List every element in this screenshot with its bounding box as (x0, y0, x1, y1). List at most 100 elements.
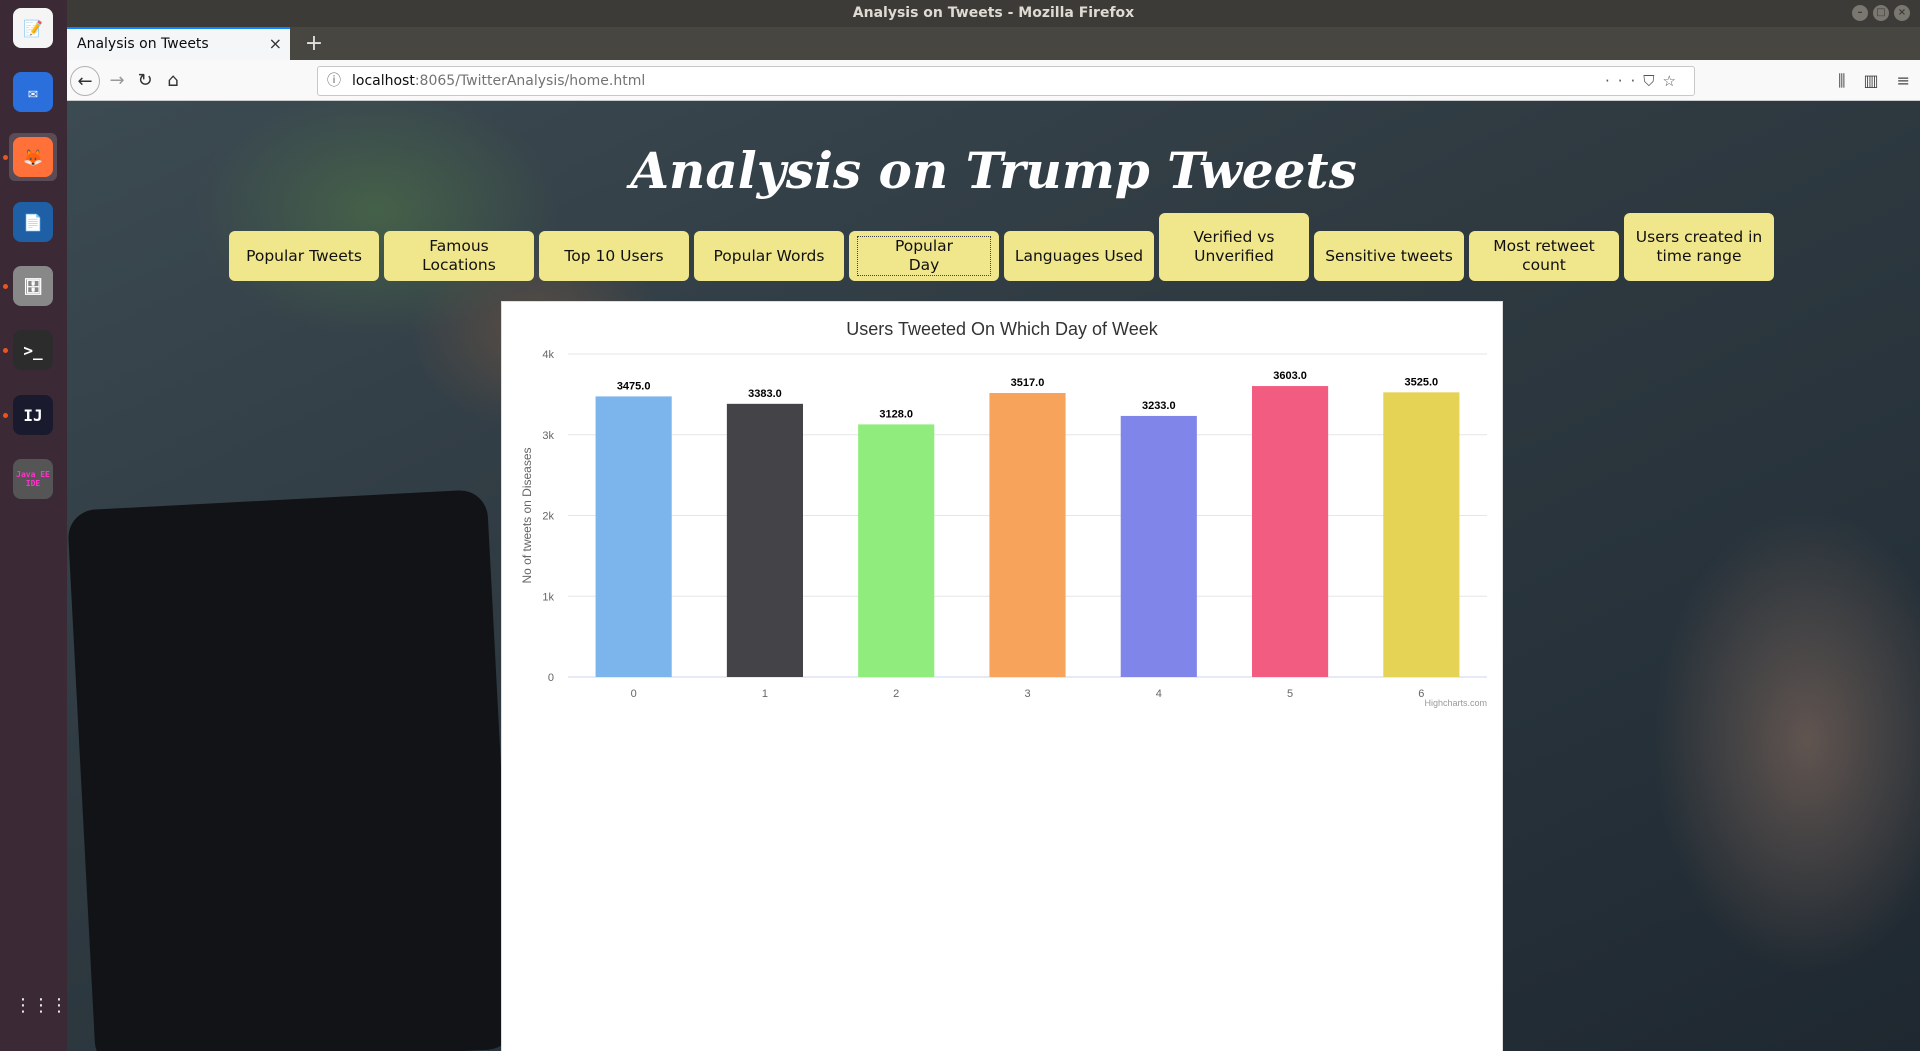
x-tick-label: 5 (1287, 688, 1293, 700)
nav-button-label: Famous Locations (422, 237, 496, 274)
data-label: 3128.0 (879, 408, 913, 420)
nav-button-label: Popular Words (713, 246, 825, 265)
running-indicator (3, 284, 8, 289)
nav-button-famous-locations[interactable]: Famous Locations (384, 231, 534, 281)
data-label: 3603.0 (1273, 370, 1307, 382)
new-tab-button[interactable]: + (299, 27, 329, 60)
bar-chart: Users Tweeted On Which Day of Week 0 1k 2k 3… (520, 319, 1487, 708)
nav-button-top-10-users[interactable]: Top 10 Users (539, 231, 689, 281)
text-editor-icon-glyph: 📝 (13, 8, 53, 48)
nav-button-label: Languages Used (1014, 246, 1144, 265)
maximize-button[interactable]: □ (1873, 5, 1889, 21)
running-indicator (3, 155, 8, 160)
back-button[interactable]: ← (70, 66, 100, 96)
java-ee-ide-icon-glyph: Java EE IDE (13, 459, 53, 499)
page-actions-icon[interactable]: ··· (1605, 72, 1643, 90)
y-tick-label: 0 (548, 672, 554, 684)
page-title: Analysis on Trump Tweets (630, 141, 1357, 200)
chart-title: Users Tweeted On Which Day of Week (846, 319, 1158, 339)
pocket-icon[interactable]: ⛉ (1643, 72, 1662, 90)
tab-analysis-on-tweets[interactable]: Analysis on Tweets × (67, 27, 290, 60)
java-ee-ide-icon[interactable]: Java EE IDE (9, 455, 57, 503)
intellij-icon-glyph: IJ (13, 395, 53, 435)
bookmark-star-icon[interactable]: ☆ (1663, 72, 1684, 90)
y-tick-label: 2k (542, 511, 554, 523)
nav-button-label: Users created in time range (1635, 228, 1763, 265)
running-indicator (3, 348, 8, 353)
page-viewport: Analysis on Trump Tweets Popular Tweets F… (67, 101, 1920, 1051)
terminal-icon[interactable]: >_ (9, 326, 57, 374)
terminal-icon-glyph: >_ (13, 330, 53, 370)
navigation-toolbar: ← → ↻ ⌂ ⓘ localhost:8065/TwitterAnalysis… (67, 60, 1920, 101)
reload-button[interactable]: ↻ (130, 66, 160, 96)
thunderbird-icon-glyph: ✉ (13, 72, 53, 112)
background-tablet-photo (67, 489, 516, 1051)
data-label: 3525.0 (1405, 376, 1439, 388)
y-tick-label: 4k (542, 349, 554, 361)
bar (595, 396, 672, 677)
y-axis-label: No of tweets on Diseases (520, 447, 534, 583)
nav-button-sensitive-tweets[interactable]: Sensitive tweets (1314, 231, 1464, 281)
libreoffice-writer-icon-glyph: 📄 (13, 202, 53, 242)
nav-button-popular-day[interactable]: Popular Day (849, 231, 999, 281)
bar (989, 393, 1066, 677)
x-tick-label: 0 (631, 688, 637, 700)
text-editor-icon[interactable]: 📝 (9, 4, 57, 52)
tab-close-icon[interactable]: × (269, 29, 282, 59)
library-icon[interactable]: ⫼ (1838, 66, 1845, 96)
close-window-button[interactable]: × (1894, 5, 1910, 21)
firefox-icon[interactable]: 🦊 (9, 133, 57, 181)
sidebar-icon[interactable]: ▥ (1863, 66, 1878, 96)
data-label: 3233.0 (1142, 400, 1176, 412)
x-tick-label: 4 (1156, 688, 1162, 700)
x-tick-label: 3 (1024, 688, 1030, 700)
y-tick-label: 1k (542, 591, 554, 603)
chart-credits: Highcharts.com (1424, 698, 1487, 708)
bar (726, 403, 804, 677)
x-tick-label: 2 (893, 688, 899, 700)
nav-button-label: Sensitive tweets (1325, 246, 1453, 265)
data-label: 3475.0 (617, 380, 651, 392)
bar (1251, 386, 1329, 677)
nav-button-label: Most retweet count (1493, 237, 1595, 274)
nav-button-label: Verified vs Unverified (1193, 228, 1275, 265)
tab-strip: Analysis on Tweets × + (67, 27, 1920, 60)
show-apps-icon[interactable]: ⋮⋮⋮ (14, 997, 68, 1036)
url-host: localhost (352, 73, 415, 89)
nav-button-popular-tweets[interactable]: Popular Tweets (229, 231, 379, 281)
nav-button-popular-words[interactable]: Popular Words (694, 231, 844, 281)
nav-button-label: Popular Day (857, 236, 991, 276)
thunderbird-icon[interactable]: ✉ (9, 68, 57, 116)
nav-button-label: Top 10 Users (564, 246, 664, 265)
url-path: :8065/TwitterAnalysis/home.html (414, 73, 646, 89)
chart-panel: Users Tweeted On Which Day of Week 0 1k 2k 3… (501, 301, 1503, 1051)
bar (1120, 415, 1197, 677)
analysis-button-bar: Popular Tweets Famous Locations Top 10 Use… (229, 213, 1779, 285)
x-tick-label: 1 (762, 688, 768, 700)
site-info-icon[interactable]: ⓘ (327, 67, 341, 95)
data-label: 3517.0 (1011, 377, 1045, 389)
nav-button-most-retweet-count[interactable]: Most retweet count (1469, 231, 1619, 281)
nav-button-label: Popular Tweets (246, 246, 362, 265)
bar (1383, 392, 1460, 677)
tab-label: Analysis on Tweets (77, 36, 209, 52)
nav-button-users-created-in-time-range[interactable]: Users created in time range (1624, 213, 1774, 281)
files-icon[interactable]: 🗄 (9, 262, 57, 310)
nav-button-languages-used[interactable]: Languages Used (1004, 231, 1154, 281)
firefox-icon-glyph: 🦊 (13, 137, 53, 177)
minimize-button[interactable]: – (1852, 5, 1868, 21)
ubuntu-dock: 📝 ✉ 🦊 📄 🗄 >_ IJ Java EE IDE ⋮⋮⋮ (0, 0, 68, 1051)
intellij-icon[interactable]: IJ (9, 391, 57, 439)
data-label: 3383.0 (748, 388, 782, 400)
home-button[interactable]: ⌂ (158, 66, 188, 96)
nav-button-verified-vs-unverified[interactable]: Verified vs Unverified (1159, 213, 1309, 281)
menu-icon[interactable]: ≡ (1897, 66, 1910, 96)
libreoffice-writer-icon[interactable]: 📄 (9, 198, 57, 246)
url-bar[interactable]: ⓘ localhost:8065/TwitterAnalysis/home.ht… (317, 66, 1695, 96)
window-title: Analysis on Tweets - Mozilla Firefox (852, 5, 1135, 21)
running-indicator (3, 413, 8, 418)
forward-button[interactable]: → (102, 66, 132, 96)
files-icon-glyph: 🗄 (13, 266, 53, 306)
window-titlebar: Analysis on Tweets - Mozilla Firefox – □… (67, 0, 1920, 27)
y-tick-label: 3k (542, 430, 554, 442)
